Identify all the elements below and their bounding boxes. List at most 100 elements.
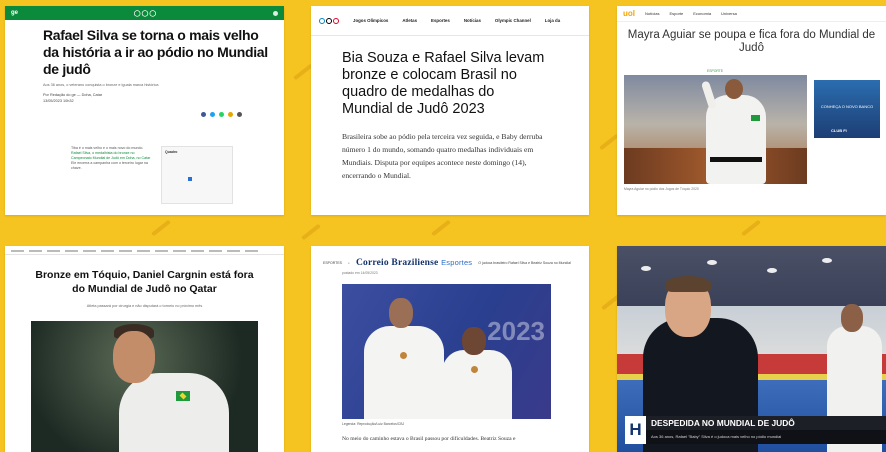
nav-item[interactable]	[11, 250, 24, 252]
ad-brand: CLUB FI	[831, 128, 847, 133]
photo-head	[462, 327, 486, 355]
widget-marker	[188, 177, 192, 181]
photo-caption: Mayra Aguiar no pódio dos Jogos de Tóqui…	[624, 187, 699, 191]
nav-item[interactable]: Notícias	[464, 18, 481, 23]
nav-item[interactable]: Notícias	[645, 11, 659, 16]
article-photo: 2023	[342, 284, 551, 419]
twitter-icon[interactable]	[210, 112, 215, 117]
photo-belt	[710, 157, 762, 162]
article-card-ge[interactable]: ge ◯◯◯ Rafael Silva se torna o mais velh…	[5, 6, 284, 215]
search-icon[interactable]: ⌕	[348, 261, 350, 265]
embedded-widget[interactable]: Quadro	[161, 146, 233, 204]
nav-item[interactable]	[137, 250, 150, 252]
site-header: ESPORTES ⌕ Correio Braziliense Esportes …	[311, 246, 589, 268]
article-photo	[31, 321, 258, 452]
nav-item[interactable]	[101, 250, 114, 252]
olympic-rings-icon: ◯◯◯	[133, 10, 158, 17]
photo-athlete	[706, 95, 766, 184]
article-headline[interactable]: Bia Souza e Rafael Silva levam bronze e …	[342, 50, 549, 118]
nav-item[interactable]	[29, 250, 42, 252]
photo-credit: Legenda: Reprodução/Luiz Barcelos/CBJ	[342, 422, 405, 426]
ceiling-light	[822, 258, 832, 263]
brazil-flag-icon	[176, 391, 190, 401]
email-icon[interactable]	[228, 112, 233, 117]
lower-third-title: DESPEDIDA NO MUNDIAL DE JUDÔ	[646, 416, 886, 430]
nav-item[interactable]	[173, 250, 186, 252]
nav-item[interactable]	[191, 250, 204, 252]
site-nav	[5, 246, 284, 255]
article-byline: Por Redação do ge — Doha, Catar	[43, 93, 103, 97]
olympic-rings-icon[interactable]	[319, 17, 339, 24]
nav-item[interactable]: Esportes	[431, 18, 450, 23]
article-card-olympics[interactable]: Jogos Olímpicos Atletas Esportes Notícia…	[311, 6, 589, 215]
nav-item[interactable]	[227, 250, 240, 252]
photo-athlete-male	[364, 326, 444, 419]
background-dash	[151, 219, 171, 237]
article-headline[interactable]: Mayra Aguiar se poupa e fica fora do Mun…	[623, 29, 880, 55]
photo-head	[725, 79, 743, 99]
nav-item[interactable]	[47, 250, 60, 252]
share-bar	[201, 112, 242, 117]
nav-item[interactable]	[245, 250, 258, 252]
article-headline[interactable]: Rafael Silva se torna o mais velho da hi…	[43, 27, 276, 78]
nav-item[interactable]	[209, 250, 222, 252]
photo-year-text: 2023	[487, 316, 545, 346]
facebook-icon[interactable]	[201, 112, 206, 117]
nav-item[interactable]	[65, 250, 78, 252]
brazil-flag-icon	[751, 115, 760, 121]
ceiling-light	[707, 260, 717, 265]
site-logo[interactable]: ge	[11, 10, 18, 16]
advertisement[interactable]: CONHEÇA O NOVO BANCO CLUB FI	[814, 80, 880, 138]
site-header: uol Notícias Esporte Economia Universa	[617, 6, 886, 22]
nav-item[interactable]	[119, 250, 132, 252]
background-dash	[741, 219, 761, 237]
background-dash	[431, 219, 451, 237]
body-link[interactable]: Rafael Silva, o medalhista do bronze no …	[71, 151, 150, 160]
nav-item[interactable]: Economia	[693, 11, 711, 16]
nav-item[interactable]: Loja da	[545, 18, 560, 23]
background-dash	[293, 63, 313, 81]
background-dash	[599, 133, 619, 151]
nav-item[interactable]: Esporte	[669, 11, 683, 16]
site-logo[interactable]: Correio Braziliense Esportes	[356, 258, 472, 268]
nav-item[interactable]: Jogos Olímpicos	[353, 18, 388, 23]
top-note: O judoca brasileiro Rafael Silva e Beatr…	[478, 261, 571, 265]
video-judoka-head	[841, 304, 863, 332]
whatsapp-icon[interactable]	[219, 112, 224, 117]
ceiling-light	[767, 268, 777, 273]
nav-item[interactable]	[83, 250, 96, 252]
nav-item[interactable]: Universa	[721, 11, 737, 16]
article-body: Tiba é o mais velho e o mais novo do mun…	[71, 146, 151, 171]
video-background	[617, 246, 886, 306]
section-label: ESPORTE	[707, 69, 724, 73]
ceiling-light	[641, 266, 651, 271]
article-date: 13/05/2023 10h32	[43, 99, 74, 103]
account-icon[interactable]	[272, 10, 278, 16]
photo-arm	[700, 80, 718, 110]
lower-third-subtitle: Aos 36 anos, Rafael "Baby" Silva é o jud…	[646, 430, 886, 444]
photo-athlete-female	[442, 350, 512, 419]
article-card-cargnin[interactable]: Bronze em Tóquio, Daniel Cargnin está fo…	[5, 246, 284, 452]
site-header: ge ◯◯◯	[5, 6, 284, 20]
section-link[interactable]: ESPORTES	[323, 261, 342, 265]
nav-item[interactable]: Atletas	[402, 18, 417, 23]
body-text: Ele encerra a campanha com o terceiro lu…	[71, 161, 148, 170]
background-dash	[301, 223, 321, 241]
article-subheadline: Atleta passará por cirurgia e não disput…	[86, 304, 203, 308]
article-card-correio[interactable]: ESPORTES ⌕ Correio Braziliense Esportes …	[311, 246, 589, 452]
photo-athlete	[119, 373, 229, 452]
share-icon[interactable]	[237, 112, 242, 117]
photo-head	[389, 298, 413, 328]
article-card-uol[interactable]: uol Notícias Esporte Economia Universa M…	[617, 6, 886, 215]
brand-name: Correio Braziliense	[355, 258, 439, 268]
site-nav: Jogos Olímpicos Atletas Esportes Notícia…	[311, 6, 589, 36]
video-reporter-hair	[665, 276, 711, 292]
nav-item[interactable]: Olympic Channel	[495, 18, 531, 23]
channel-logo: H	[625, 416, 646, 444]
nav-item[interactable]	[155, 250, 168, 252]
lower-third-text: DESPEDIDA NO MUNDIAL DE JUDÔ Aos 36 anos…	[646, 416, 886, 444]
video-card-broadcast[interactable]: H DESPEDIDA NO MUNDIAL DE JUDÔ Aos 36 an…	[617, 246, 886, 452]
site-logo[interactable]: uol	[623, 9, 635, 18]
brand-section: Esportes	[441, 258, 473, 267]
article-headline[interactable]: Bronze em Tóquio, Daniel Cargnin está fo…	[35, 268, 254, 296]
